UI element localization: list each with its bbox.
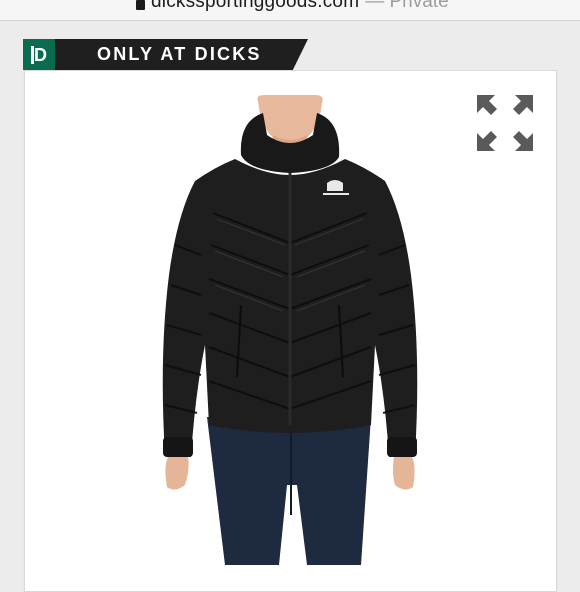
badge-title: ONLY AT DICKS xyxy=(55,39,308,70)
store-logo-letter: D xyxy=(30,45,48,64)
product-image-card xyxy=(24,70,557,592)
address-row: dickssportinggoods.com — Private xyxy=(136,0,449,13)
jeans xyxy=(207,417,371,565)
private-mode-label: — Private xyxy=(365,0,449,12)
expand-icon[interactable] xyxy=(475,93,535,153)
browser-address-bar[interactable]: dickssportinggoods.com — Private xyxy=(0,0,580,21)
lock-icon xyxy=(136,0,145,10)
url-text: dickssportinggoods.com xyxy=(151,0,360,12)
store-logo: D xyxy=(23,39,55,70)
product-image[interactable] xyxy=(155,95,425,565)
exclusive-badge: D ONLY AT DICKS xyxy=(23,39,308,70)
